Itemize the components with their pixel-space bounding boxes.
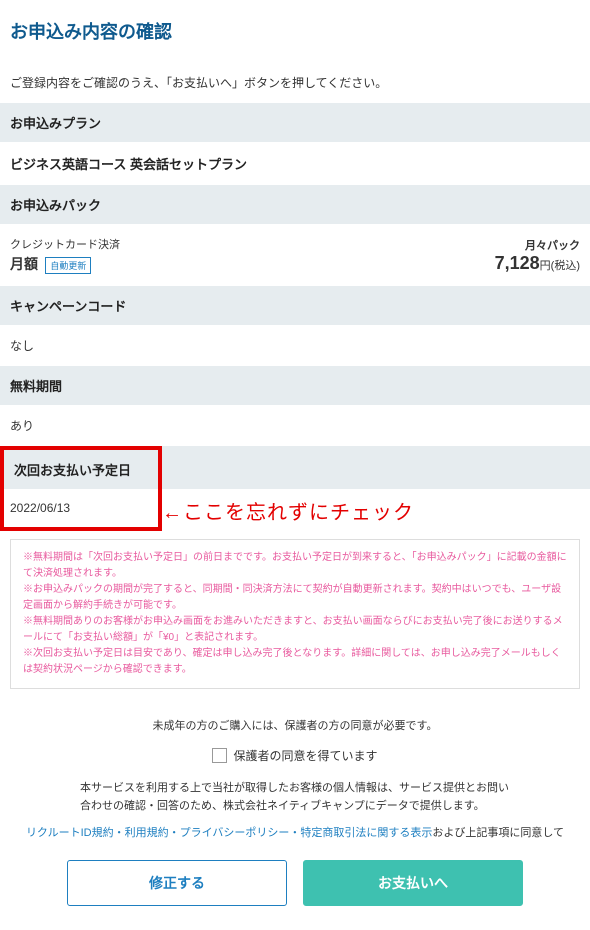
next-payment-highlight: 次回お支払い予定日 2022/06/13 ←ここを忘れずにチェック — [0, 446, 590, 531]
pay-button[interactable]: お支払いへ — [303, 860, 523, 906]
pack-row: クレジットカード決済 月額 自動更新 月々パック 7,128円(税込) — [0, 224, 590, 286]
modify-button[interactable]: 修正する — [67, 860, 287, 906]
link-commerce[interactable]: 特定商取引法に関する表示 — [300, 827, 432, 839]
plan-value: ビジネス英語コース 英会話セットプラン — [0, 142, 590, 185]
link-recruit-id[interactable]: リクルートID規約 — [26, 827, 114, 839]
note-line: ※無料期間ありのお客様がお申込み画面をお進みいただきますと、お支払い画面ならびに… — [23, 614, 567, 646]
section-header-pack: お申込みパック — [0, 185, 590, 224]
pack-right: 月々パック 7,128円(税込) — [495, 237, 580, 274]
buttons-row: 修正する お支払いへ — [10, 856, 580, 922]
note-line: ※お申込みパックの期間が完了すると、同期間・同決済方法にて契約が自動更新されます… — [23, 582, 567, 614]
section-header-plan: お申込みプラン — [0, 103, 590, 142]
section-header-free-period: 無料期間 — [0, 366, 590, 405]
link-separator: ・ — [169, 827, 180, 839]
pack-type: 月々パック — [495, 237, 580, 253]
note-line: ※無料期間は「次回お支払い予定日」の前日までです。お支払い予定日が到来すると、「… — [23, 550, 567, 582]
annotation-text: ←ここを忘れずにチェック — [162, 496, 414, 525]
section-header-next-payment-ext — [162, 446, 590, 489]
service-notice: 本サービスを利用する上で当社が取得したお客様の個人情報は、サービス提供とお問い合… — [10, 780, 580, 815]
section-header-campaign: キャンペーンコード — [0, 286, 590, 325]
pack-left: クレジットカード決済 月額 自動更新 — [10, 236, 120, 274]
next-payment-value: 2022/06/13 — [0, 489, 162, 531]
campaign-value: なし — [0, 325, 590, 366]
price-suffix: 円(税込) — [540, 260, 580, 272]
plan-name: ビジネス英語コース 英会話セットプラン — [10, 157, 247, 172]
links-row: リクルートID規約・利用規約・プライバシーポリシー・特定商取引法に関する表示およ… — [10, 824, 580, 840]
instruction-text: ご登録内容をご確認のうえ、「お支払いへ」ボタンを押してください。 — [0, 56, 590, 103]
consent-section: 未成年の方のご購入には、保護者の方の同意が必要です。 保護者の同意を得ています … — [0, 703, 590, 929]
link-terms[interactable]: 利用規約 — [125, 827, 169, 839]
minor-notice: 未成年の方のご購入には、保護者の方の同意が必要です。 — [10, 717, 580, 733]
free-period-value: あり — [0, 405, 590, 446]
page-title: お申込み内容の確認 — [0, 0, 590, 56]
payment-method: クレジットカード決済 — [10, 236, 120, 252]
monthly-label: 月額 — [10, 254, 38, 274]
links-suffix: および上記事項に同意して — [432, 827, 564, 839]
section-header-next-payment: 次回お支払い予定日 — [0, 446, 162, 489]
price-amount: 7,128 — [495, 253, 540, 273]
link-privacy[interactable]: プライバシーポリシー — [180, 827, 290, 839]
link-separator: ・ — [114, 827, 125, 839]
auto-renew-badge: 自動更新 — [45, 257, 91, 274]
notes-box: ※無料期間は「次回お支払い予定日」の前日までです。お支払い予定日が到来すると、「… — [10, 539, 580, 689]
note-line: ※次回お支払い予定日は目安であり、確定は申し込み完了後となります。詳細に関しては… — [23, 646, 567, 678]
link-separator: ・ — [289, 827, 300, 839]
